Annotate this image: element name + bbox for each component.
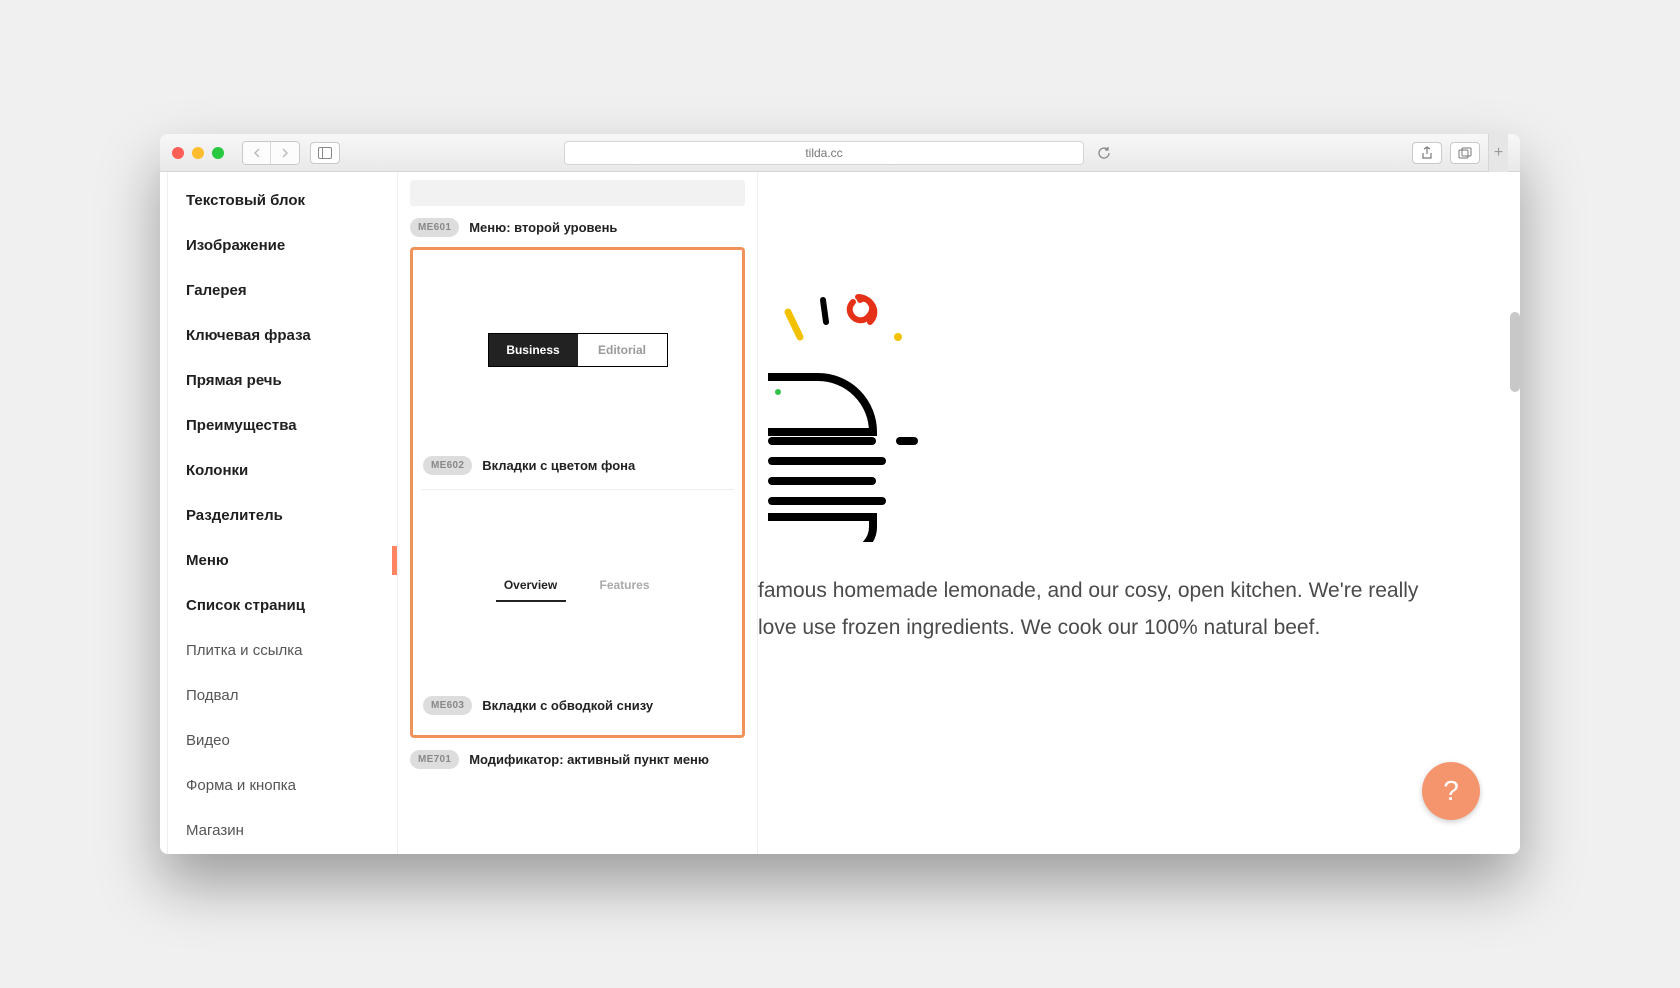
sidebar-item-key-phrase[interactable]: Ключевая фраза [168,313,397,358]
sidebar-item-label: Список страниц [186,597,305,614]
block-label: ME601 Меню: второй уровень [410,218,745,237]
sidebar-item-divider[interactable]: Разделитель [168,493,397,538]
preview-tab-segment: Business [489,334,578,366]
block-divider [421,489,734,490]
block-title: Вкладки с обводкой снизу [482,698,653,713]
sidebar-item-label: Меню [186,552,229,569]
block-title: Модификатор: активный пункт меню [469,752,709,767]
category-sidebar: Текстовый блок Изображение Галерея Ключе… [168,172,398,854]
sidebar-item-label: Магазин [186,822,244,839]
sidebar-item-label: Форма и кнопка [186,777,296,794]
nav-back-forward [242,141,300,165]
preview-tab: Overview [496,578,566,602]
browser-titlebar: tilda.cc + [160,134,1520,172]
preview-tab-underline: Overview Features [488,575,668,605]
block-preview-thumb: Overview Features [421,496,734,684]
block-code-pill: ME602 [423,456,472,475]
minimize-window-button[interactable] [192,147,204,159]
traffic-lights [172,147,224,159]
sidebar-item-label: Преимущества [186,417,297,434]
block-preview-thumb [410,180,745,206]
sidebar-item-store[interactable]: Магазин [168,808,397,853]
block-gallery: ME601 Меню: второй уровень Business Edit… [398,172,758,854]
sidebar-item-video[interactable]: Видео [168,718,397,763]
close-window-button[interactable] [172,147,184,159]
block-label: ME602 Вкладки с цветом фона [413,452,742,479]
page-preview: famous homemade lemonade, and our cosy, … [758,172,1520,854]
block-code-pill: ME603 [423,696,472,715]
address-bar[interactable]: tilda.cc [564,141,1084,165]
block-preview-thumb: Business Editorial [421,256,734,444]
sidebar-item-menu[interactable]: Меню [168,538,397,583]
block-label: ME701 Модификатор: активный пункт меню [410,750,745,769]
zoom-window-button[interactable] [212,147,224,159]
block-title: Вкладки с цветом фона [482,458,635,473]
content-area: Текстовый блок Изображение Галерея Ключе… [160,172,1520,854]
help-button[interactable]: ? [1422,762,1480,820]
titlebar-right: + [1412,134,1508,172]
sidebar-item-features[interactable]: Преимущества [168,403,397,448]
block-me601[interactable]: ME601 Меню: второй уровень [410,180,745,237]
sidebar-item-columns[interactable]: Колонки [168,448,397,493]
sidebar-item-label: Текстовый блок [186,192,305,209]
highlighted-blocks: Business Editorial ME602 Вкладки с цвето… [410,247,745,738]
sidebar-item-page-list[interactable]: Список страниц [168,583,397,628]
scrollbar-thumb[interactable] [1510,312,1520,392]
block-me602[interactable]: Business Editorial ME602 Вкладки с цвето… [413,256,742,479]
block-code-pill: ME601 [410,218,459,237]
share-button[interactable] [1412,142,1442,164]
burger-illustration [768,282,948,542]
left-gutter [160,172,168,854]
sidebar-item-label: Разделитель [186,507,283,524]
help-icon: ? [1443,775,1459,807]
preview-tab: Features [590,578,660,602]
sidebar-item-label: Ключевая фраза [186,327,311,344]
forward-button[interactable] [271,142,299,164]
sidebar-item-label: Плитка и ссылка [186,642,303,659]
preview-tab-segment: Editorial [578,334,667,366]
block-title: Меню: второй уровень [469,220,617,235]
url-text: tilda.cc [805,146,842,160]
sidebar-item-text-block[interactable]: Текстовый блок [168,178,397,223]
block-label: ME603 Вкладки с обводкой снизу [413,692,742,719]
block-me701[interactable]: ME701 Модификатор: активный пункт меню [410,750,745,769]
sidebar-item-gallery[interactable]: Галерея [168,268,397,313]
page-paragraph: famous homemade lemonade, and our cosy, … [758,572,1460,646]
sidebar-item-label: Колонки [186,462,248,479]
back-button[interactable] [243,142,271,164]
new-tab-button[interactable]: + [1488,134,1508,172]
sidebar-item-label: Прямая речь [186,372,282,389]
reload-button[interactable] [1092,141,1116,165]
sidebar-item-tile-link[interactable]: Плитка и ссылка [168,628,397,673]
sidebar-item-label: Видео [186,732,230,749]
preview-tab-pill: Business Editorial [488,333,668,367]
block-code-pill: ME701 [410,750,459,769]
sidebar-item-label: Галерея [186,282,247,299]
address-wrap: tilda.cc [564,141,1116,165]
sidebar-item-label: Подвал [186,687,238,704]
sidebar-item-label: Изображение [186,237,285,254]
sidebar-item-footer[interactable]: Подвал [168,673,397,718]
sidebar-toggle-button[interactable] [310,142,340,164]
browser-window: tilda.cc + Текстовый блок Изображение Га… [160,134,1520,854]
sidebar-item-form-button[interactable]: Форма и кнопка [168,763,397,808]
block-me603[interactable]: Overview Features ME603 Вкладки с обводк… [413,496,742,719]
sidebar-item-image[interactable]: Изображение [168,223,397,268]
tabs-overview-button[interactable] [1450,142,1480,164]
sidebar-item-quote[interactable]: Прямая речь [168,358,397,403]
